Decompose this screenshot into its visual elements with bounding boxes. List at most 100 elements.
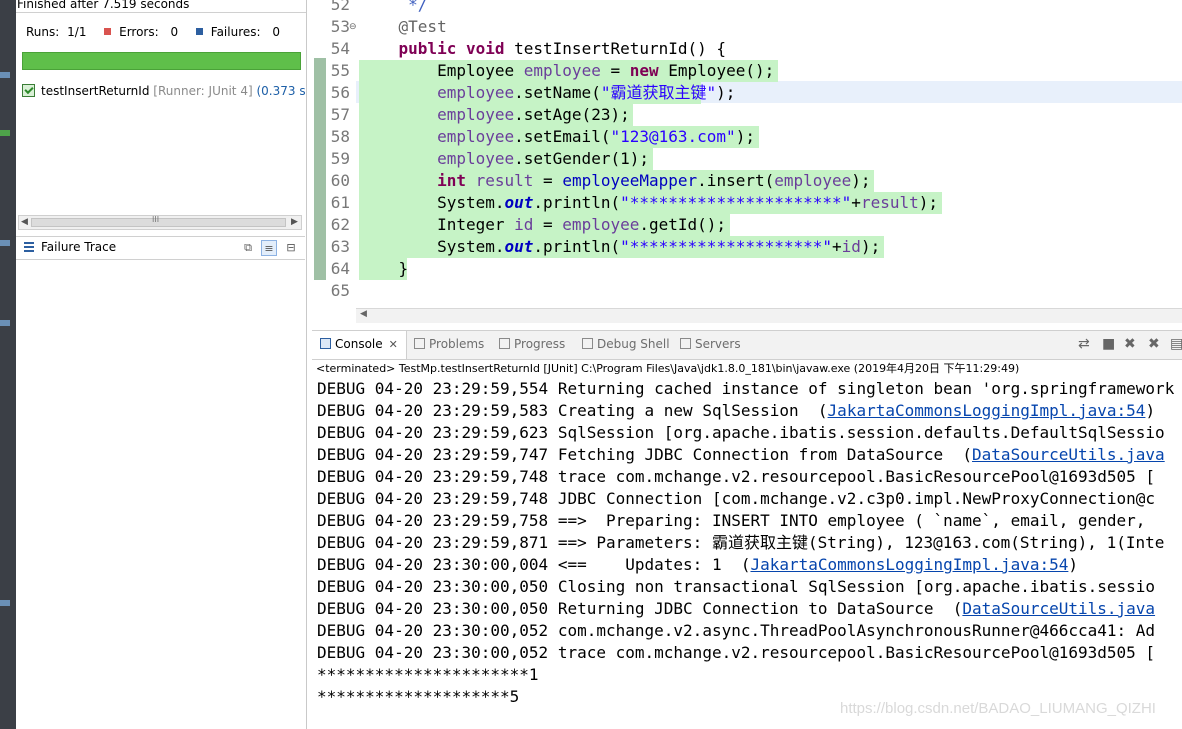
- scroll-left-icon[interactable]: ◀: [360, 309, 367, 319]
- console-output[interactable]: DEBUG 04-20 23:29:59,554 Returning cache…: [312, 378, 1182, 729]
- failure-icon: [195, 28, 203, 35]
- remove-all-icon[interactable]: ✖: [1148, 336, 1160, 352]
- code-token: =: [600, 61, 630, 80]
- test-passed-icon: [22, 84, 35, 97]
- failures-value: 0: [272, 25, 281, 39]
- console-source-link[interactable]: JakartaCommonsLoggingImpl.java:54: [750, 555, 1068, 574]
- console-terminated-info: <terminated> TestMp.testInsertReturnId […: [316, 362, 1020, 375]
- console-text: DEBUG 04-20 23:29:59,758 ==> Preparing: …: [317, 511, 1146, 530]
- console-text: ********************5: [317, 687, 520, 706]
- code-line[interactable]: employee.setName("霸道获取主键");: [360, 82, 735, 104]
- code-token: .println(: [533, 237, 621, 256]
- tab-progress[interactable]: Progress: [499, 337, 565, 351]
- line-number: 63: [330, 237, 350, 256]
- line-number: 55: [330, 61, 350, 80]
- line-number: 65: [330, 281, 350, 300]
- code-line[interactable]: */: [360, 0, 427, 16]
- line-number: 57: [330, 105, 350, 124]
- junit-hscrollbar[interactable]: ◀ III ▶: [18, 215, 302, 230]
- console-source-link[interactable]: DataSourceUtils.java: [962, 599, 1155, 618]
- failures-label: Failures:: [210, 25, 261, 39]
- code-token: out: [504, 193, 534, 212]
- debug-shell-icon: [582, 338, 593, 349]
- junit-panel: Finished after 7.519 seconds Runs: 1/1 E…: [16, 0, 307, 729]
- code-token: public: [398, 39, 457, 58]
- pin-console-icon[interactable]: ⇄: [1078, 336, 1090, 352]
- code-token: result: [475, 171, 534, 190]
- console-source-link[interactable]: DataSourceUtils.java: [972, 445, 1165, 464]
- console-text: DEBUG 04-20 23:29:59,747 Fetching JDBC C…: [317, 445, 973, 464]
- code-line[interactable]: employee.setAge(23);: [360, 104, 630, 126]
- code-line[interactable]: public void testInsertReturnId() {: [360, 38, 727, 60]
- errors-counter: Errors: 0: [104, 25, 178, 39]
- console-line: DEBUG 04-20 23:29:59,748 JDBC Connection…: [317, 488, 1155, 510]
- console-source-link[interactable]: JakartaCommonsLoggingImpl.java:54: [828, 401, 1146, 420]
- console-line: DEBUG 04-20 23:29:59,623 SqlSession [org…: [317, 422, 1165, 444]
- console-text: DEBUG 04-20 23:30:00,052 trace com.mchan…: [317, 643, 1156, 662]
- code-line[interactable]: @Test: [360, 16, 447, 38]
- failure-trace-header: Failure Trace ⧉ ≡ ⊟: [16, 236, 305, 260]
- remove-launch-icon[interactable]: ✖: [1124, 336, 1136, 352]
- stack-trace-icon: [24, 242, 34, 252]
- code-token: =: [533, 215, 563, 234]
- code-token: );: [860, 237, 881, 256]
- code-token: }: [360, 259, 409, 278]
- console-line: ********************5: [317, 686, 519, 708]
- code-token: Employee: [360, 61, 524, 80]
- strip-marker: [0, 600, 10, 606]
- console-icon: [320, 338, 331, 349]
- error-icon: [104, 28, 112, 35]
- failures-counter: Failures: 0: [195, 25, 281, 39]
- code-token: new: [629, 61, 659, 80]
- code-line[interactable]: System.out.println("********************…: [360, 236, 880, 258]
- code-line[interactable]: employee.setEmail("123@163.com");: [360, 126, 755, 148]
- code-token: .setAge(23);: [514, 105, 630, 124]
- console-text: DEBUG 04-20 23:30:00,050 Returning JDBC …: [317, 599, 963, 618]
- code-line[interactable]: System.out.println("********************…: [360, 192, 938, 214]
- copy-trace-icon[interactable]: ⊟: [283, 240, 299, 256]
- code-line[interactable]: Employee employee = new Employee();: [360, 60, 774, 82]
- scroll-right-icon[interactable]: ▶: [291, 217, 298, 227]
- code-line[interactable]: employee.setGender(1);: [360, 148, 649, 170]
- tab-problems[interactable]: Problems: [414, 337, 484, 351]
- code-line[interactable]: Integer id = employee.getId();: [360, 214, 726, 236]
- console-text: DEBUG 04-20 23:29:59,748 trace com.mchan…: [317, 467, 1156, 486]
- left-window-strip: [0, 0, 16, 729]
- view-menu-icon[interactable]: ▤: [1170, 336, 1182, 352]
- editor-hscrollbar[interactable]: ◀: [356, 308, 1182, 323]
- tab-label: Progress: [514, 337, 566, 351]
- tab-console[interactable]: Console ✕: [312, 331, 407, 359]
- filter-stack-icon[interactable]: ≡: [261, 240, 277, 256]
- console-text: DEBUG 04-20 23:29:59,871 ==> Parameters:…: [317, 533, 1165, 552]
- compare-results-icon[interactable]: ⧉: [240, 240, 256, 256]
- problems-icon: [414, 338, 425, 349]
- fold-icon[interactable]: ⊖: [349, 16, 357, 38]
- tab-servers[interactable]: Servers: [680, 337, 741, 351]
- console-text: DEBUG 04-20 23:30:00,052 com.mchange.v2.…: [317, 621, 1156, 640]
- scroll-thumb[interactable]: III: [31, 215, 286, 227]
- code-token: );: [735, 127, 755, 146]
- coverage-gutter: [314, 58, 326, 280]
- console-line: DEBUG 04-20 23:30:00,050 Closing non tra…: [317, 576, 1155, 598]
- code-token: Integer: [360, 215, 515, 234]
- close-icon[interactable]: ✕: [389, 338, 398, 351]
- strip-marker: [0, 320, 10, 326]
- tab-debug-shell[interactable]: Debug Shell: [582, 337, 670, 351]
- test-tree-item[interactable]: testInsertReturnId [Runner: JUnit 4] (0.…: [22, 84, 306, 98]
- code-token: =: [533, 171, 563, 190]
- scroll-left-icon[interactable]: ◀: [21, 217, 28, 227]
- code-token: out: [504, 237, 534, 256]
- code-line[interactable]: int result = employeeMapper.insert(emplo…: [360, 170, 871, 192]
- servers-icon: [680, 338, 691, 349]
- terminate-icon[interactable]: ■: [1102, 336, 1115, 352]
- code-line[interactable]: }: [360, 258, 409, 280]
- code-token: @Test: [360, 17, 447, 36]
- code-token: "********************": [620, 237, 833, 256]
- test-name: testInsertReturnId: [41, 84, 150, 98]
- strip-marker: [0, 240, 10, 246]
